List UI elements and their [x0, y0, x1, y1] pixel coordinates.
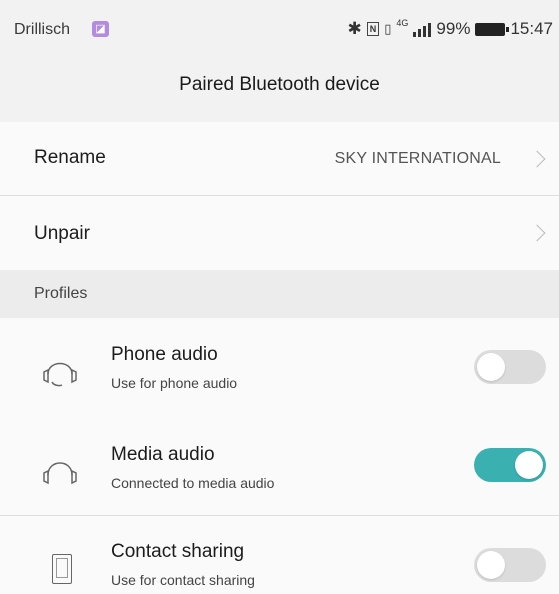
profile-title: Media audio: [111, 444, 215, 465]
profiles-label: Profiles: [34, 285, 88, 302]
profile-row-media-audio[interactable]: Media audio Connected to media audio: [0, 418, 559, 516]
toggle-knob: [477, 551, 505, 579]
profiles-list: Phone audio Use for phone audio Media au…: [0, 318, 559, 594]
nfc-icon: N: [366, 22, 380, 36]
chevron-right-icon: [528, 224, 546, 242]
carrier-name: Drillisch: [14, 21, 70, 38]
status-icons: ✱ N ▯ 4G 99% 15:47: [348, 19, 554, 39]
profile-title: Contact sharing: [111, 541, 245, 562]
profile-title: Phone audio: [111, 344, 218, 365]
rename-label: Rename: [34, 147, 106, 168]
rename-row[interactable]: Rename SKY INTERNATIONAL: [0, 122, 559, 196]
profile-subtitle: Use for phone audio: [111, 375, 238, 391]
clock: 15:47: [510, 19, 553, 38]
status-bar: Drillisch ◪ ✱ N ▯ 4G 99% 15:47: [0, 0, 559, 56]
network-type: 4G: [396, 18, 409, 28]
unpair-row[interactable]: Unpair: [0, 196, 559, 270]
toggle-knob: [515, 451, 543, 479]
contact-sharing-toggle[interactable]: [474, 548, 546, 582]
app-notification-icon: ◪: [92, 21, 109, 37]
chevron-right-icon: [528, 150, 546, 168]
headset-icon: [43, 362, 77, 387]
toggle-knob: [477, 353, 505, 381]
unpair-label: Unpair: [34, 223, 90, 244]
device-settings-section: Rename SKY INTERNATIONAL Unpair: [0, 122, 559, 270]
profile-subtitle: Connected to media audio: [111, 475, 275, 491]
battery-percent: 99%: [436, 19, 471, 38]
profile-row-phone-audio[interactable]: Phone audio Use for phone audio: [0, 318, 559, 418]
vibrate-icon: ▯: [384, 21, 392, 36]
phone-icon: [52, 554, 72, 584]
phone-audio-toggle[interactable]: [474, 350, 546, 384]
device-name-value: SKY INTERNATIONAL: [334, 150, 501, 167]
headphones-icon: [43, 462, 77, 485]
media-audio-toggle[interactable]: [474, 448, 546, 482]
profiles-section-header: Profiles: [0, 270, 559, 318]
bluetooth-icon: ✱: [347, 19, 362, 38]
page-title: Paired Bluetooth device: [179, 74, 380, 95]
title-bar: Paired Bluetooth device: [0, 56, 559, 120]
signal-icon: [413, 21, 432, 37]
profile-row-contact-sharing[interactable]: Contact sharing Use for contact sharing: [0, 516, 559, 594]
battery-icon: [475, 22, 510, 36]
profile-subtitle: Use for contact sharing: [111, 572, 255, 588]
